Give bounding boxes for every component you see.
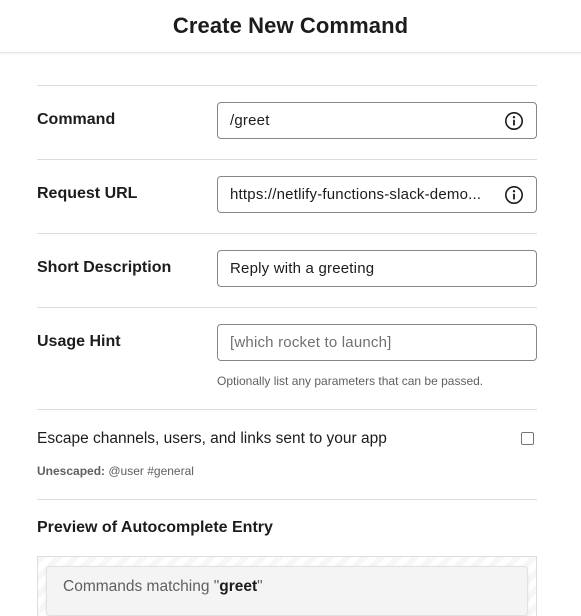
matching-prefix: Commands matching " xyxy=(63,578,220,595)
escape-label: Escape channels, users, and links sent t… xyxy=(37,430,387,447)
short-description-field[interactable]: Reply with a greeting xyxy=(217,250,537,287)
autocomplete-preview-card: Commands matching "greet" xyxy=(46,566,528,616)
divider xyxy=(37,233,537,234)
short-description-value: Reply with a greeting xyxy=(230,260,375,277)
divider xyxy=(37,409,537,410)
usage-hint-help: Optionally list any parameters that can … xyxy=(217,374,484,388)
command-value: /greet xyxy=(230,112,270,129)
matching-term: greet xyxy=(219,578,258,595)
request-url-value: https://netlify-functions-slack-demo... xyxy=(230,186,482,203)
divider xyxy=(37,307,537,308)
info-icon[interactable] xyxy=(504,185,524,205)
request-url-field[interactable]: https://netlify-functions-slack-demo... xyxy=(217,176,537,213)
divider xyxy=(37,159,537,160)
escape-checkbox[interactable] xyxy=(521,432,534,445)
command-field[interactable]: /greet xyxy=(217,102,537,139)
unescaped-label: Unescaped: xyxy=(37,464,106,478)
request-url-label: Request URL xyxy=(37,185,138,202)
divider xyxy=(37,85,537,86)
preview-title: Preview of Autocomplete Entry xyxy=(37,519,273,536)
matching-suffix: " xyxy=(257,578,263,595)
usage-hint-field[interactable]: [which rocket to launch] xyxy=(217,324,537,361)
usage-hint-label: Usage Hint xyxy=(37,333,121,350)
command-label: Command xyxy=(37,111,116,128)
info-icon[interactable] xyxy=(504,111,524,131)
usage-hint-placeholder: [which rocket to launch] xyxy=(230,334,392,351)
commands-matching-text: Commands matching "greet" xyxy=(63,578,263,596)
divider xyxy=(37,499,537,500)
page-title: Create New Command xyxy=(172,13,409,38)
unescaped-example: Unescaped: @user #general xyxy=(37,464,194,478)
unescaped-value: @user #general xyxy=(108,464,194,478)
page-header: Create New Command xyxy=(0,0,581,53)
short-description-label: Short Description xyxy=(37,259,172,276)
